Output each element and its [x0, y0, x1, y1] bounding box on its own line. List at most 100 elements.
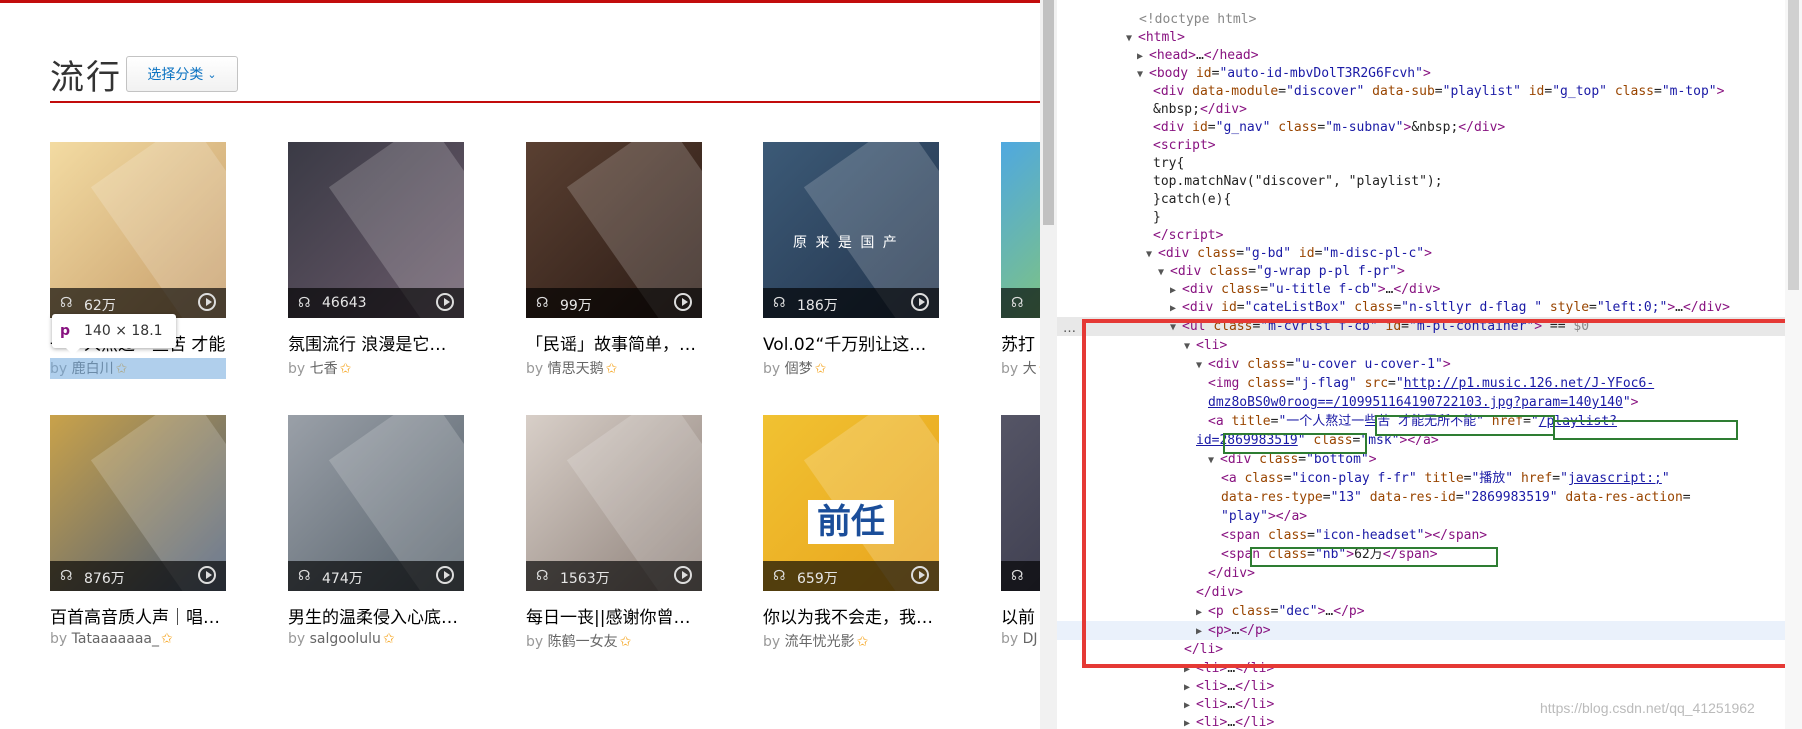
dom-tree-line[interactable]: ▶ <div id="cateListBox" class="n-sltlyr d…	[1170, 298, 1730, 317]
dom-tree-line[interactable]: <!doctype html>	[1139, 10, 1256, 29]
cover-text: 原 来 是 国 产	[793, 235, 899, 251]
playlist-title[interactable]: 百首高音质人声｜唱…	[50, 603, 226, 628]
inspect-tooltip: p 140 × 18.1	[52, 314, 176, 355]
author-link[interactable]: 個梦	[785, 361, 813, 377]
play-count: 62万	[84, 298, 116, 314]
dom-tree-line[interactable]: &nbsp;</div>	[1153, 100, 1247, 119]
select-category-button[interactable]: 选择分类 ⌄	[126, 56, 238, 92]
dom-tree-line[interactable]: ▼ <html>	[1126, 28, 1185, 47]
playlist-author-line: by salgoolulu ✩	[288, 631, 395, 647]
play-icon[interactable]	[674, 566, 692, 584]
playlist-cover[interactable]: ☊ 99万	[526, 142, 702, 318]
dom-tree-line[interactable]: ▼ <div class="g-bd" id="m-disc-pl-c">	[1146, 244, 1432, 263]
dom-tree-line[interactable]: ▶ <li>…</li>	[1184, 677, 1274, 696]
page-viewport: 流行 选择分类 ⌄ ☊62万一个人熬过一些苦 才能…by 鹿白川✩☊46643氛…	[0, 0, 1040, 729]
dom-tree-line[interactable]: ▼ <div class="g-wrap p-pl f-pr">	[1158, 262, 1405, 281]
author-link[interactable]: 七香	[310, 361, 338, 377]
devtools-more-icon[interactable]: …	[1063, 321, 1076, 336]
dom-tree-line[interactable]: ▼ <body id="auto-id-mbvDolT3R2G6Fcvh">	[1137, 64, 1431, 83]
by-label: by	[526, 361, 544, 377]
playlist-cover[interactable]: ☊ 46643	[288, 142, 464, 318]
play-icon[interactable]	[436, 293, 454, 311]
page-scrollbar-thumb[interactable]	[1043, 0, 1054, 225]
playlist-title[interactable]: Vol.02“千万别让这…	[763, 330, 939, 355]
green-annotation-box-id	[1223, 433, 1367, 454]
cover-bag-text: 前任	[808, 500, 894, 544]
dom-tree-line[interactable]: ▶ <li>…</li>	[1184, 695, 1274, 714]
play-icon[interactable]	[674, 293, 692, 311]
play-icon[interactable]	[436, 566, 454, 584]
headset-icon: ☊	[536, 568, 549, 584]
dom-tree-line[interactable]: try{	[1153, 154, 1184, 173]
dom-tree-line[interactable]: ▶ <head>…</head>	[1137, 46, 1259, 65]
chevron-down-icon: ⌄	[207, 67, 217, 81]
page-scrollbar[interactable]	[1040, 0, 1057, 729]
play-count: 46643	[322, 295, 367, 311]
dom-tree-line[interactable]: ▶ <li>…</li>	[1184, 713, 1274, 729]
playlist-cover[interactable]: 原 来 是 国 产 ☊ 186万	[763, 142, 939, 318]
author-link[interactable]: 大	[1023, 361, 1037, 377]
author-link[interactable]: salgoolulu	[310, 631, 381, 647]
dom-tree-line[interactable]: <script>	[1153, 136, 1216, 155]
playlist-cover[interactable]: ☊ 876万	[50, 415, 226, 591]
dom-tree-line[interactable]: top.matchNav("discover", "playlist");	[1153, 172, 1443, 191]
devtools-scrollbar[interactable]	[1785, 0, 1802, 729]
author-link[interactable]: DJ	[1023, 631, 1038, 647]
play-icon[interactable]	[198, 566, 216, 584]
cover-bottom-bar: ☊ 46643	[288, 288, 464, 318]
playlist-cover[interactable]: ☊	[1001, 415, 1040, 591]
tooltip-tag: p	[60, 323, 71, 339]
playlist-title[interactable]: 每日一丧||感谢你曾…	[526, 603, 702, 628]
play-count: 659万	[797, 571, 838, 587]
cover-bottom-bar: ☊ 186万	[763, 288, 939, 318]
by-label: by	[288, 631, 306, 647]
dom-tree-line[interactable]: </script>	[1153, 226, 1223, 245]
playlist-author-line: by 陈鹤一女友 ✩	[526, 631, 631, 651]
by-label: by	[288, 361, 306, 377]
play-icon[interactable]	[911, 293, 929, 311]
headset-icon: ☊	[536, 295, 549, 311]
star-icon: ✩	[814, 361, 827, 377]
playlist-title[interactable]: 以前	[1001, 603, 1040, 628]
play-count: 99万	[560, 298, 592, 314]
headset-icon: ☊	[773, 295, 786, 311]
cover-bottom-bar: ☊ 99万	[526, 288, 702, 318]
playlist-cover[interactable]: ☊ 1563万	[526, 415, 702, 591]
dom-tree-line[interactable]: <div data-module="discover" data-sub="pl…	[1153, 82, 1724, 101]
headset-icon: ☊	[1011, 295, 1024, 311]
playlist-title[interactable]: 男生的温柔侵入心底…	[288, 603, 464, 628]
playlist-title[interactable]: 「民谣」故事简单，…	[526, 330, 702, 355]
author-link[interactable]: 流年忧光影	[785, 634, 855, 650]
devtools-scrollbar-thumb[interactable]	[1788, 0, 1799, 290]
playlist-cover[interactable]: ☊ 62万	[50, 142, 226, 318]
playlist-cover[interactable]: 前任 ☊ 659万	[763, 415, 939, 591]
headset-icon: ☊	[60, 568, 73, 584]
play-icon[interactable]	[198, 293, 216, 311]
green-annotation-box-href	[1553, 420, 1738, 440]
playlist-author-line: by 個梦 ✩	[763, 358, 826, 378]
dom-tree-line[interactable]: <div id="g_nav" class="m-subnav">&nbsp;<…	[1153, 118, 1505, 137]
play-count: 1563万	[560, 571, 610, 587]
author-link[interactable]: Tataaaaaaa_	[72, 631, 159, 647]
play-count: 474万	[322, 571, 363, 587]
dom-tree-line[interactable]: ▶ <div class="u-title f-cb">…</div>	[1170, 280, 1440, 299]
green-annotation-box-nb	[1250, 547, 1498, 567]
play-icon[interactable]	[911, 566, 929, 584]
headset-icon: ☊	[1011, 568, 1024, 584]
author-link[interactable]: 陈鹤一女友	[548, 634, 618, 650]
dom-tree-line[interactable]: }	[1153, 208, 1161, 227]
playlist-title[interactable]: 你以为我不会走，我…	[763, 603, 939, 628]
green-annotation-box-title	[1375, 415, 1555, 436]
cover-bottom-bar: ☊ 474万	[288, 561, 464, 591]
author-link[interactable]: 情思天鹅	[548, 361, 604, 377]
play-count: 876万	[84, 571, 125, 587]
playlist-author-line: by 大✩	[1001, 358, 1040, 378]
dom-tree-line[interactable]: }catch(e){	[1153, 190, 1231, 209]
tooltip-size: 140 × 18.1	[84, 323, 163, 339]
star-icon: ✩	[382, 631, 395, 647]
star-icon: ✩	[619, 634, 632, 650]
playlist-cover[interactable]: ☊ 474万	[288, 415, 464, 591]
playlist-title[interactable]: 苏打	[1001, 330, 1040, 355]
playlist-cover[interactable]: ☊	[1001, 142, 1040, 318]
playlist-title[interactable]: 氛围流行 浪漫是它…	[288, 330, 464, 355]
